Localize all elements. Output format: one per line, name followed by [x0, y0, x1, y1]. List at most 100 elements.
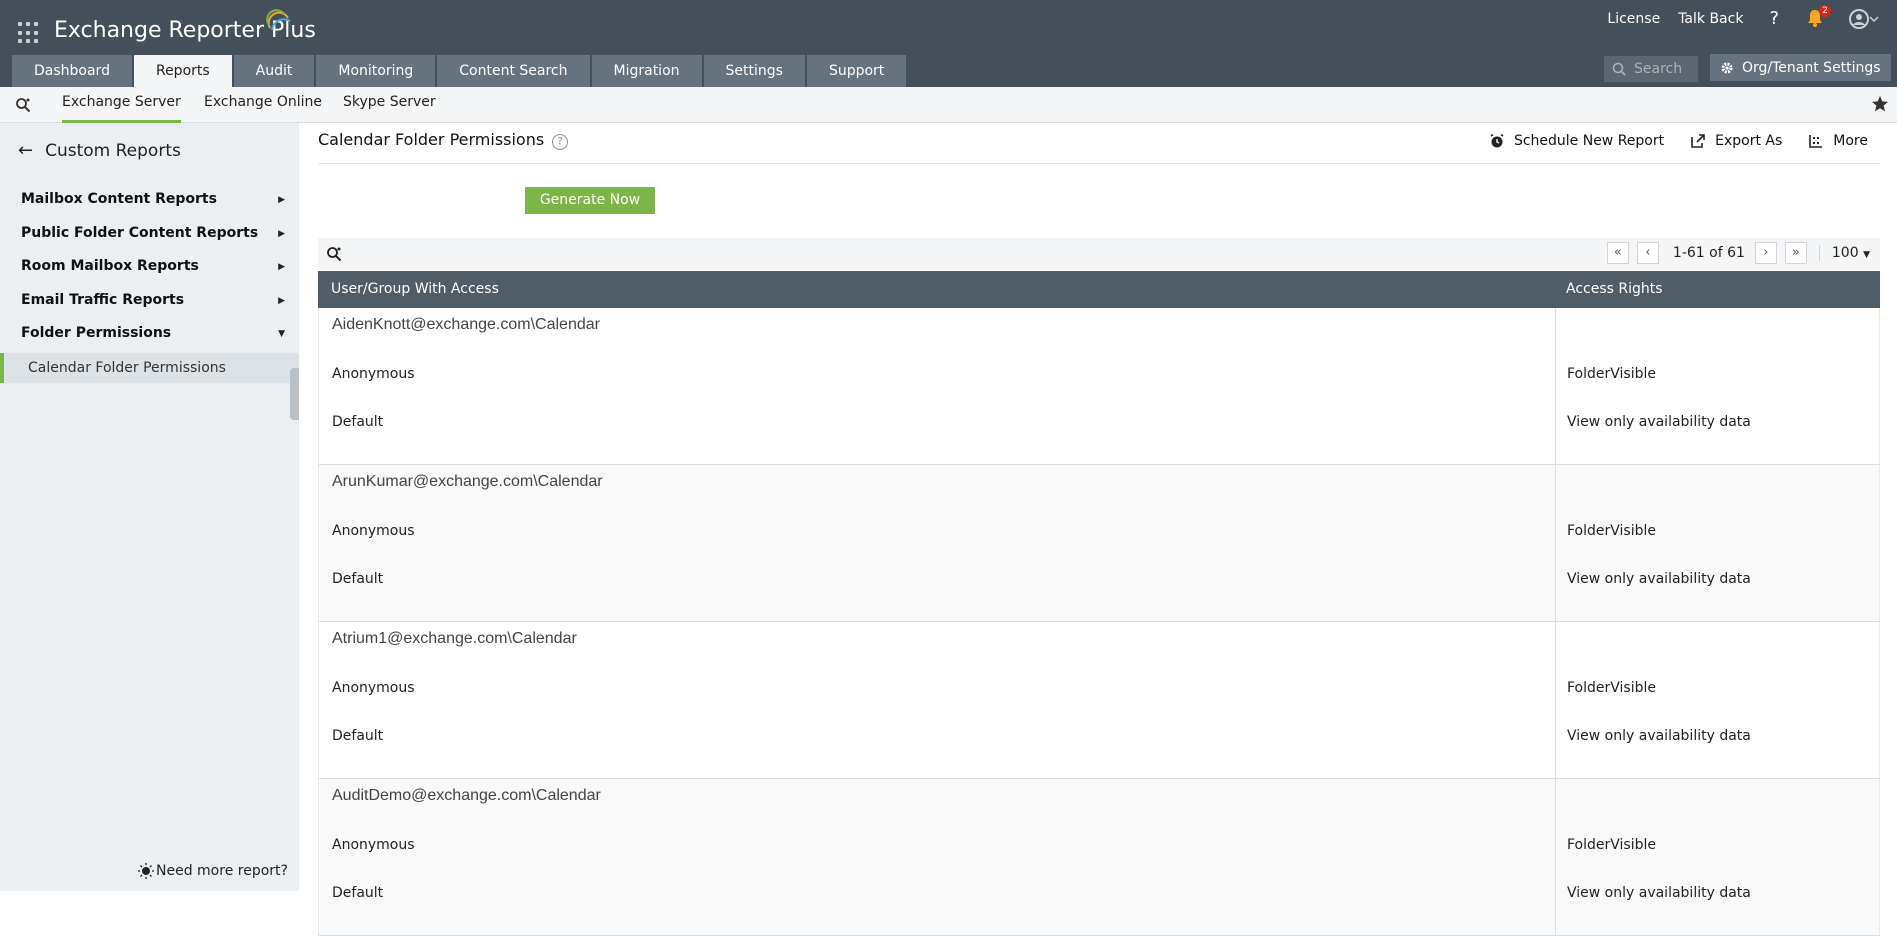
pagination: « ‹ 1-61 of 61 › » 100 ▼	[1599, 242, 1870, 264]
notification-bell-icon[interactable]: 2	[1807, 4, 1831, 29]
row-rights: View only availability data	[1567, 885, 1751, 901]
tab-dashboard[interactable]: Dashboard	[12, 55, 132, 87]
export-icon	[1691, 134, 1705, 148]
apps-grid-icon[interactable]	[18, 22, 40, 44]
sidebar-item-room-mailbox[interactable]: Room Mailbox Reports ▶	[21, 258, 289, 274]
tab-audit[interactable]: Audit	[233, 55, 315, 87]
caret-right-icon: ▶	[278, 195, 285, 205]
global-search-input[interactable]: Search	[1604, 56, 1698, 82]
caret-right-icon: ▶	[278, 229, 285, 239]
subtab-skype-server[interactable]: Skype Server	[343, 87, 436, 123]
last-page-icon[interactable]: »	[1784, 242, 1807, 264]
table-group: AidenKnott@exchange.com\Calendar Anonymo…	[318, 308, 1880, 465]
group-folder-title: Atrium1@exchange.com\Calendar	[332, 630, 577, 647]
row-user: Anonymous	[332, 680, 415, 696]
gear-icon	[1721, 62, 1733, 73]
org-tenant-settings-label: Org/Tenant Settings	[1742, 59, 1881, 76]
report-search-icon[interactable]	[15, 97, 31, 113]
subtab-exchange-online[interactable]: Exchange Online	[204, 87, 322, 123]
tab-monitoring[interactable]: Monitoring	[316, 55, 436, 87]
page-title: Calendar Folder Permissions	[318, 130, 545, 149]
schedule-new-report-button[interactable]: Schedule New Report	[1489, 133, 1664, 149]
sidebar-item-label: Room Mailbox Reports	[21, 258, 199, 274]
org-tenant-settings-button[interactable]: Org/Tenant Settings	[1710, 54, 1891, 81]
caret-right-icon: ▶	[278, 296, 285, 306]
row-user: Default	[332, 728, 384, 744]
row-rights: FolderVisible	[1567, 366, 1656, 382]
search-icon	[1612, 62, 1626, 76]
group-folder-title: AidenKnott@exchange.com\Calendar	[332, 316, 600, 333]
group-folder-title: AuditDemo@exchange.com\Calendar	[332, 787, 601, 804]
more-label: More	[1833, 133, 1868, 149]
caret-down-icon: ▼	[278, 329, 285, 339]
lightbulb-icon	[138, 863, 154, 879]
generate-now-button[interactable]: Generate Now	[525, 187, 655, 214]
row-rights: FolderVisible	[1567, 680, 1656, 696]
prev-page-icon[interactable]: ‹	[1636, 242, 1659, 264]
sidebar-collapse-handle[interactable]	[290, 368, 299, 420]
license-link[interactable]: License	[1607, 11, 1660, 27]
sidebar-title: Custom Reports	[45, 140, 181, 161]
page-size-select[interactable]: 100 ▼	[1818, 245, 1870, 261]
sidebar-item-folder-permissions[interactable]: Folder Permissions ▼	[21, 325, 289, 341]
title-divider	[318, 163, 1880, 164]
sidebar-subitem-calendar-folder-permissions[interactable]: Calendar Folder Permissions	[0, 353, 299, 383]
main-nav: Dashboard Reports Audit Monitoring Conte…	[12, 55, 908, 87]
sidebar-item-label: Public Folder Content Reports	[21, 225, 259, 241]
row-user: Anonymous	[332, 837, 415, 853]
page-size-value: 100	[1831, 245, 1859, 261]
talkback-link[interactable]: Talk Back	[1678, 11, 1743, 27]
tab-settings[interactable]: Settings	[703, 55, 805, 87]
chevron-down-icon	[1869, 15, 1879, 22]
sub-nav: Exchange Server Exchange Online Skype Se…	[0, 87, 1897, 123]
first-page-icon[interactable]: «	[1606, 242, 1629, 264]
column-header-rights[interactable]: Access Rights	[1566, 281, 1663, 297]
back-arrow-icon[interactable]: ←	[18, 140, 33, 161]
need-more-report-link[interactable]: Need more report?	[138, 863, 288, 879]
alarm-clock-icon	[1490, 133, 1504, 148]
export-label: Export As	[1715, 133, 1783, 149]
help-circle-icon[interactable]: ?	[552, 134, 568, 150]
column-header-user[interactable]: User/Group With Access	[331, 281, 499, 297]
group-folder-title: ArunKumar@exchange.com\Calendar	[332, 473, 603, 490]
notification-count-badge: 2	[1819, 4, 1831, 17]
sidebar-item-mailbox-content[interactable]: Mailbox Content Reports ▶	[21, 191, 289, 207]
need-more-report-label: Need more report?	[156, 863, 288, 879]
top-bar: Exchange Reporter Plus License Talk Back…	[0, 0, 1897, 87]
export-as-button[interactable]: Export As	[1690, 133, 1782, 149]
row-rights: View only availability data	[1567, 571, 1751, 587]
chevron-down-icon: ▼	[1863, 250, 1870, 260]
page-range: 1-61 of 61	[1672, 245, 1745, 261]
tab-reports[interactable]: Reports	[133, 55, 232, 87]
table-search-icon[interactable]	[326, 246, 342, 262]
row-rights: View only availability data	[1567, 728, 1751, 744]
sidebar: ← Custom Reports Mailbox Content Reports…	[0, 123, 299, 891]
sidebar-item-email-traffic[interactable]: Email Traffic Reports ▶	[21, 292, 289, 308]
help-icon[interactable]: ?	[1769, 8, 1779, 29]
more-button[interactable]: More	[1808, 133, 1868, 149]
row-rights: FolderVisible	[1567, 837, 1656, 853]
sidebar-item-label: Email Traffic Reports	[21, 292, 185, 308]
favorite-star-icon[interactable]	[1871, 95, 1889, 113]
user-avatar-icon[interactable]	[1849, 8, 1879, 29]
table-group: AuditDemo@exchange.com\Calendar Anonymou…	[318, 779, 1880, 936]
caret-right-icon: ▶	[278, 262, 285, 272]
tab-content-search[interactable]: Content Search	[437, 55, 590, 87]
subtab-exchange-server[interactable]: Exchange Server	[62, 87, 181, 123]
sidebar-header: ← Custom Reports	[18, 140, 181, 161]
search-placeholder: Search	[1634, 61, 1683, 77]
row-user: Anonymous	[332, 523, 415, 539]
next-page-icon[interactable]: ›	[1754, 242, 1777, 264]
tab-support[interactable]: Support	[806, 55, 907, 87]
table-group: ArunKumar@exchange.com\Calendar Anonymou…	[318, 465, 1880, 622]
sidebar-item-label: Mailbox Content Reports	[21, 191, 217, 207]
table-toolbar: « ‹ 1-61 of 61 › » 100 ▼	[318, 238, 1880, 270]
row-user: Default	[332, 414, 384, 430]
logo-swirl-icon	[266, 9, 291, 31]
table-group: Atrium1@exchange.com\Calendar Anonymous …	[318, 622, 1880, 779]
row-rights: FolderVisible	[1567, 523, 1656, 539]
sidebar-item-public-folder-content[interactable]: Public Folder Content Reports ▶	[21, 225, 289, 241]
row-user: Default	[332, 885, 384, 901]
schedule-label: Schedule New Report	[1513, 133, 1665, 149]
tab-migration[interactable]: Migration	[591, 55, 702, 87]
